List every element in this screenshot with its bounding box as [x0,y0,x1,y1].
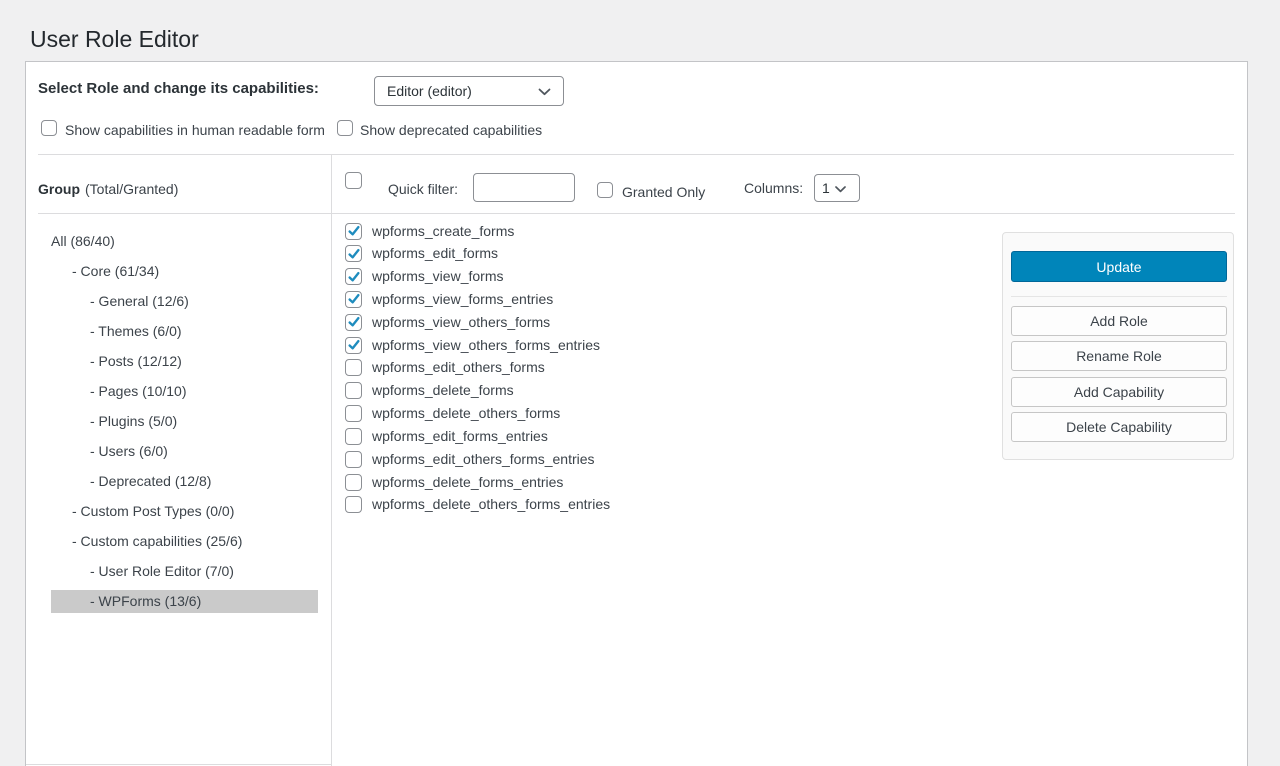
divider-header [38,213,1235,214]
capability-row: wpforms_delete_forms_entries [345,474,563,491]
actions-panel: Update Add Role Rename Role Add Capabili… [1002,232,1234,460]
capability-row: wpforms_edit_others_forms_entries [345,451,595,468]
capability-label: wpforms_delete_forms_entries [372,474,563,491]
group-header-suffix: (Total/Granted) [85,181,178,197]
divider-top [38,154,1234,155]
capability-label: wpforms_view_forms [372,268,503,285]
capability-row: wpforms_edit_others_forms [345,359,545,376]
column-divider [331,155,332,766]
capability-label: wpforms_edit_others_forms_entries [372,451,595,468]
tree-item[interactable]: - WPForms (13/6) [51,590,318,613]
capability-checkbox[interactable] [345,496,362,513]
capability-checkbox[interactable] [345,359,362,376]
capability-label: wpforms_view_others_forms_entries [372,337,600,354]
human-readable-checkbox[interactable] [41,120,57,136]
capability-row: wpforms_view_forms_entries [345,291,553,308]
tree-item[interactable]: - Deprecated (12/8) [51,470,318,493]
capability-row: wpforms_delete_others_forms [345,405,560,422]
capability-label: wpforms_delete_forms [372,382,514,399]
tree-item[interactable]: All (86/40) [51,230,318,253]
role-select-value: Editor (editor) [387,83,472,99]
group-header-title: Group [38,181,80,197]
capability-row: wpforms_view_others_forms [345,314,550,331]
capability-checkbox[interactable] [345,314,362,331]
deprecated-checkbox[interactable] [337,120,353,136]
capability-label: wpforms_view_others_forms [372,314,550,331]
tree-item[interactable]: - Custom capabilities (25/6) [51,530,318,553]
group-header: Group (Total/Granted) [38,181,178,197]
capability-checkbox[interactable] [345,474,362,491]
tree-item[interactable]: - User Role Editor (7/0) [51,560,318,583]
columns-select-value: 1 [822,180,830,196]
capability-checkbox[interactable] [345,291,362,308]
deprecated-label: Show deprecated capabilities [360,122,542,138]
capability-label: wpforms_delete_others_forms_entries [372,496,610,513]
tree-item[interactable]: - Core (61/34) [51,260,318,283]
role-select[interactable]: Editor (editor) [374,76,564,106]
page-title: User Role Editor [30,25,199,55]
actions-divider [1011,296,1227,297]
tree-item[interactable]: - Posts (12/12) [51,350,318,373]
granted-only-checkbox[interactable] [597,182,613,198]
add-capability-button[interactable]: Add Capability [1011,377,1227,407]
update-button[interactable]: Update [1011,251,1227,282]
capability-row: wpforms_edit_forms [345,245,498,262]
capability-checkbox[interactable] [345,337,362,354]
human-readable-label: Show capabilities in human readable form [65,122,325,138]
capability-checkbox[interactable] [345,245,362,262]
tree-item[interactable]: - Custom Post Types (0/0) [51,500,318,523]
quick-filter-input[interactable] [473,173,575,202]
capability-row: wpforms_create_forms [345,223,514,240]
capability-row: wpforms_delete_forms [345,382,514,399]
tree-item[interactable]: - General (12/6) [51,290,318,313]
capability-checkbox[interactable] [345,428,362,445]
capability-label: wpforms_edit_forms_entries [372,428,548,445]
capability-row: wpforms_edit_forms_entries [345,428,548,445]
tree-item[interactable]: - Plugins (5/0) [51,410,318,433]
capability-checkbox[interactable] [345,382,362,399]
tree-item[interactable]: - Themes (6/0) [51,320,318,343]
chevron-down-icon [538,83,551,99]
capability-row: wpforms_delete_others_forms_entries [345,496,610,513]
capability-row: wpforms_view_others_forms_entries [345,337,600,354]
rename-role-button[interactable]: Rename Role [1011,341,1227,371]
columns-select[interactable]: 1 [814,174,860,202]
capability-label: wpforms_edit_others_forms [372,359,545,376]
capability-checkbox[interactable] [345,268,362,285]
capability-label: wpforms_create_forms [372,223,514,240]
capability-label: wpforms_view_forms_entries [372,291,553,308]
role-selector-label: Select Role and change its capabilities: [38,80,319,97]
capability-checkbox[interactable] [345,405,362,422]
capability-row: wpforms_view_forms [345,268,503,285]
tree-item[interactable]: - Pages (10/10) [51,380,318,403]
capability-label: wpforms_delete_others_forms [372,405,560,422]
columns-label: Columns: [744,180,803,196]
divider-bottom [26,764,331,765]
select-all-checkbox[interactable] [345,172,362,189]
add-role-button[interactable]: Add Role [1011,306,1227,336]
capability-checkbox[interactable] [345,223,362,240]
chevron-down-icon [835,180,846,196]
tree-item[interactable]: - Users (6/0) [51,440,318,463]
delete-capability-button[interactable]: Delete Capability [1011,412,1227,442]
quick-filter-label: Quick filter: [388,181,458,197]
granted-only-label: Granted Only [622,184,705,200]
capability-checkbox[interactable] [345,451,362,468]
capability-label: wpforms_edit_forms [372,245,498,262]
